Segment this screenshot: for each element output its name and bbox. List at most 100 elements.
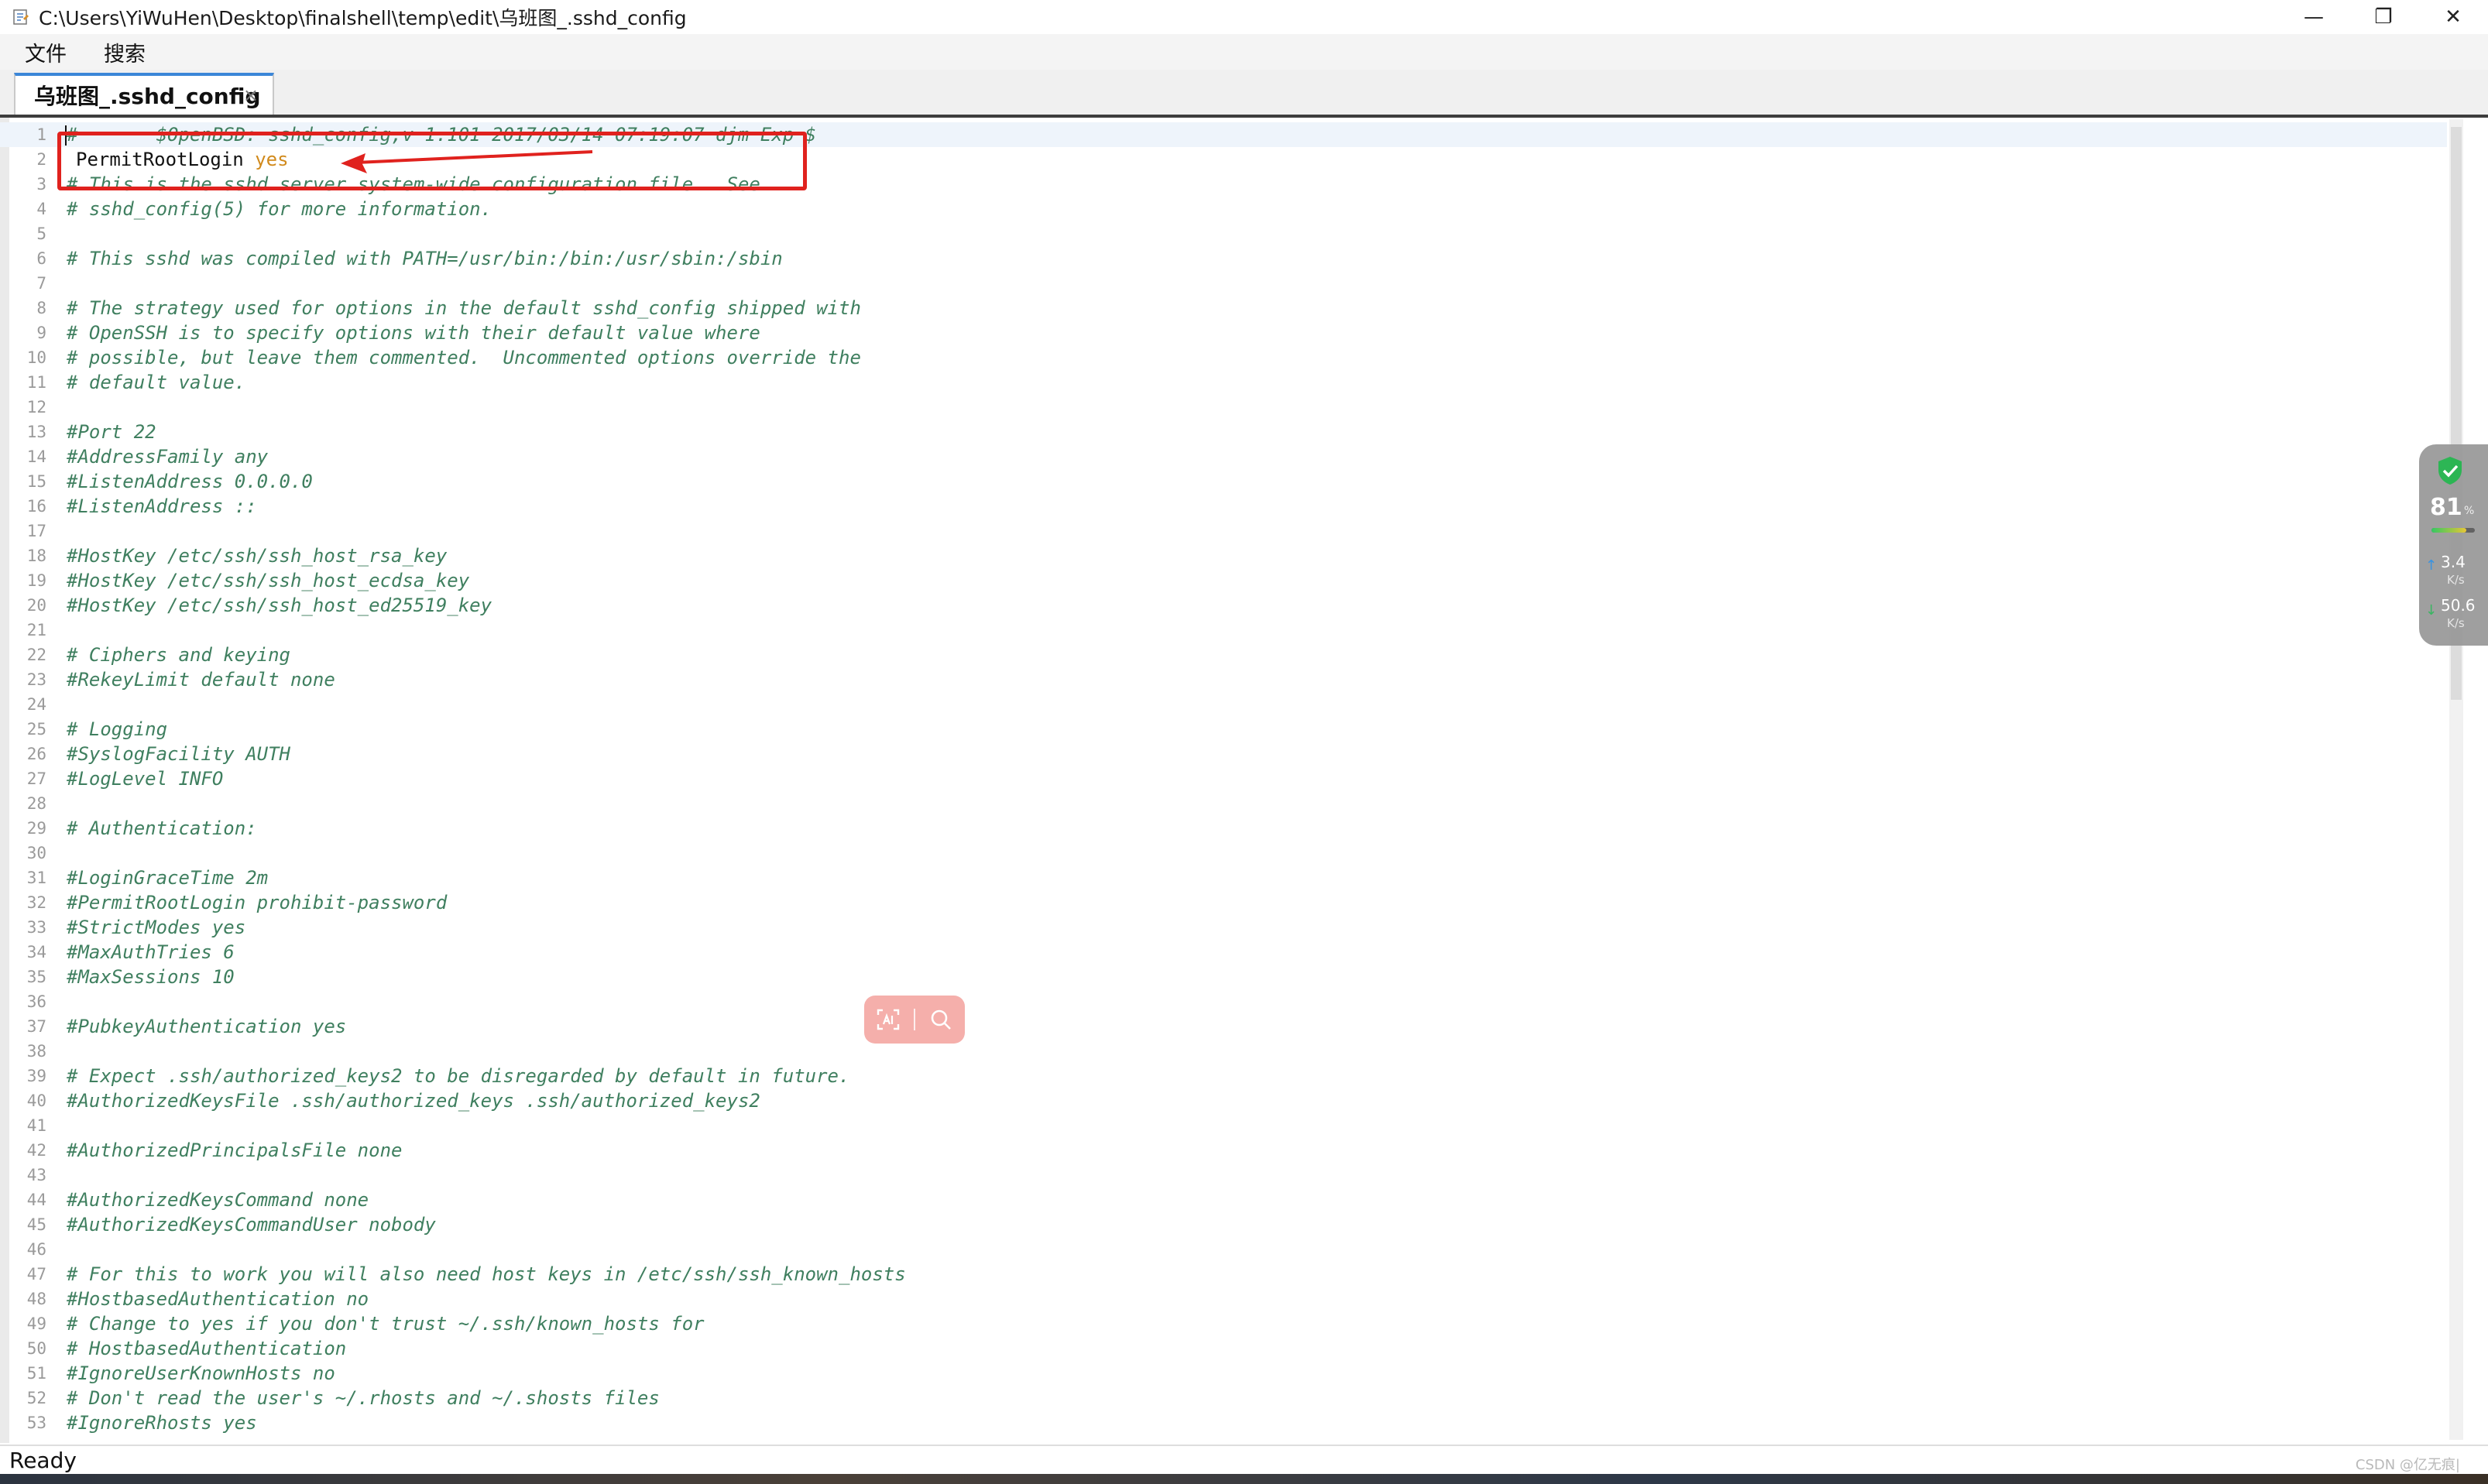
editor-line[interactable]: 33 #StrictModes yes <box>0 915 2447 940</box>
tab-close-icon[interactable]: × <box>243 84 259 106</box>
editor-line[interactable]: 4 # sshd_config(5) for more information. <box>0 197 2447 221</box>
line-text: #MaxAuthTries 6 <box>67 941 235 963</box>
close-button[interactable]: ✕ <box>2418 0 2488 34</box>
editor-line[interactable]: 21 <box>0 618 2447 643</box>
line-text: # Logging <box>67 718 168 740</box>
maximize-button[interactable]: ❐ <box>2349 0 2418 34</box>
search-icon[interactable] <box>929 1008 952 1031</box>
line-code: # Change to yes if you don't trust ~/.ss… <box>67 1313 705 1335</box>
editor-line[interactable]: 10 # possible, but leave them commented. … <box>0 345 2447 370</box>
line-number: 21 <box>26 621 46 639</box>
editor-line[interactable]: 20 #HostKey /etc/ssh/ssh_host_ed25519_key <box>0 593 2447 618</box>
editor-line[interactable]: 48 #HostbasedAuthentication no <box>0 1287 2447 1311</box>
editor-line[interactable]: 17 <box>0 519 2447 543</box>
editor-line[interactable]: 22 # Ciphers and keying <box>0 643 2447 667</box>
editor-line[interactable]: 46 <box>0 1237 2447 1262</box>
editor-line[interactable]: 29 # Authentication: <box>0 816 2447 841</box>
editor-line[interactable]: 52 # Don't read the user's ~/.rhosts and … <box>0 1386 2447 1410</box>
upload-speed: 3.4 <box>2441 553 2466 571</box>
line-code: #Port 22 <box>67 421 156 443</box>
editor-line[interactable]: 37 #PubkeyAuthentication yes <box>0 1014 2447 1039</box>
editor-line[interactable]: 39 # Expect .ssh/authorized_keys2 to be d… <box>0 1064 2447 1088</box>
line-code: #MaxSessions 10 <box>67 966 235 988</box>
vertical-scrollbar[interactable] <box>2449 119 2463 1440</box>
line-code: #HostbasedAuthentication no <box>67 1288 369 1310</box>
ai-scan-icon[interactable] <box>877 1008 900 1031</box>
line-number: 35 <box>26 968 46 986</box>
editor-line[interactable]: 27 #LogLevel INFO <box>0 766 2447 791</box>
line-number: 27 <box>26 769 46 788</box>
menu-file[interactable]: 文件 <box>25 37 67 67</box>
editor-line[interactable]: 40 #AuthorizedKeysFile .ssh/authorized_ke… <box>0 1088 2447 1113</box>
line-number: 26 <box>26 745 46 763</box>
editor-line[interactable]: 44 #AuthorizedKeysCommand none <box>0 1188 2447 1212</box>
line-number: 14 <box>26 447 46 466</box>
editor-line[interactable]: 24 <box>0 692 2447 717</box>
desktop-background-strip <box>0 1474 2488 1484</box>
editor-line[interactable]: 19 #HostKey /etc/ssh/ssh_host_ecdsa_key <box>0 568 2447 593</box>
tab-sshd-config[interactable]: 乌班图_.sshd_config × <box>14 73 274 115</box>
security-score-unit: % <box>2464 505 2475 517</box>
editor-line[interactable]: 14 #AddressFamily any <box>0 444 2447 469</box>
editor-line[interactable]: 7 <box>0 271 2447 296</box>
editor-line[interactable]: 35 #MaxSessions 10 <box>0 965 2447 989</box>
editor-line[interactable]: 8 # The strategy used for options in the … <box>0 296 2447 320</box>
line-number: 19 <box>26 571 46 590</box>
editor-line[interactable]: 16 #ListenAddress :: <box>0 494 2447 519</box>
minimize-button[interactable]: — <box>2279 0 2349 34</box>
editor-line[interactable]: 49 # Change to yes if you don't trust ~/.… <box>0 1311 2447 1336</box>
score-bar <box>2431 528 2475 533</box>
editor-line[interactable]: 23 #RekeyLimit default none <box>0 667 2447 692</box>
line-code: # sshd_config(5) for more information. <box>67 198 492 220</box>
menu-search[interactable]: 搜索 <box>104 37 146 67</box>
editor-line[interactable]: 31 #LoginGraceTime 2m <box>0 865 2447 890</box>
editor-line[interactable]: 6 # This sshd was compiled with PATH=/usr… <box>0 246 2447 271</box>
line-code: #SyslogFacility AUTH <box>67 743 290 765</box>
line-code: #LoginGraceTime 2m <box>67 867 268 889</box>
line-number: 41 <box>26 1116 46 1135</box>
watermark: CSDN @亿无痕| <box>2355 1457 2460 1473</box>
line-number: 22 <box>26 646 46 664</box>
editor-line[interactable]: 50 # HostbasedAuthentication <box>0 1336 2447 1361</box>
editor-line[interactable]: 32 #PermitRootLogin prohibit-password <box>0 890 2447 915</box>
editor-line[interactable]: 26 #SyslogFacility AUTH <box>0 742 2447 766</box>
line-number: 25 <box>26 720 46 739</box>
editor-line[interactable]: 42 #AuthorizedPrincipalsFile none <box>0 1138 2447 1163</box>
line-text: # default value. <box>67 372 246 393</box>
floating-tool-chip[interactable] <box>864 996 965 1044</box>
line-code: #HostKey /etc/ssh/ssh_host_rsa_key <box>67 545 447 567</box>
editor-line[interactable]: 12 <box>0 395 2447 420</box>
editor-line[interactable]: 51 #IgnoreUserKnownHosts no <box>0 1361 2447 1386</box>
editor-line[interactable]: 38 <box>0 1039 2447 1064</box>
network-monitor-widget[interactable]: 81 % ↑ 3.4 K/s ↓ 50.6 K/s <box>2419 444 2488 646</box>
line-code: #StrictModes yes <box>67 917 245 938</box>
line-code: # HostbasedAuthentication <box>67 1338 346 1359</box>
editor-line[interactable]: 13 #Port 22 <box>0 420 2447 444</box>
editor-line[interactable]: 36 <box>0 989 2447 1014</box>
editor-line[interactable]: 15 #ListenAddress 0.0.0.0 <box>0 469 2447 494</box>
line-number: 46 <box>26 1240 46 1259</box>
editor-line[interactable]: 11 # default value. <box>0 370 2447 395</box>
editor-line[interactable]: 18 #HostKey /etc/ssh/ssh_host_rsa_key <box>0 543 2447 568</box>
editor-line[interactable]: 53 #IgnoreRhosts yes <box>0 1410 2447 1435</box>
line-number: 43 <box>26 1166 46 1184</box>
line-number: 29 <box>26 819 46 838</box>
line-text: #LogLevel INFO <box>67 768 224 790</box>
editor-line[interactable]: 5 <box>0 221 2447 246</box>
editor-line[interactable]: 9 # OpenSSH is to specify options with th… <box>0 320 2447 345</box>
editor-line[interactable]: 25 # Logging <box>0 717 2447 742</box>
line-code: # Authentication: <box>67 817 257 839</box>
line-number: 51 <box>26 1364 46 1383</box>
editor-line[interactable]: 43 <box>0 1163 2447 1188</box>
editor-line[interactable]: 34 #MaxAuthTries 6 <box>0 940 2447 965</box>
line-number: 37 <box>26 1017 46 1036</box>
line-number: 52 <box>26 1389 46 1407</box>
editor-line[interactable]: 47 # For this to work you will also need … <box>0 1262 2447 1287</box>
editor-line[interactable]: 30 <box>0 841 2447 865</box>
code-editor[interactable]: 1 # $OpenBSD: sshd_config,v 1.101 2017/03… <box>0 118 2488 1443</box>
line-number: 38 <box>26 1042 46 1061</box>
editor-line[interactable]: 41 <box>0 1113 2447 1138</box>
editor-line[interactable]: 45 #AuthorizedKeysCommandUser nobody <box>0 1212 2447 1237</box>
editor-line[interactable]: 28 <box>0 791 2447 816</box>
line-text: # Authentication: <box>67 817 257 839</box>
